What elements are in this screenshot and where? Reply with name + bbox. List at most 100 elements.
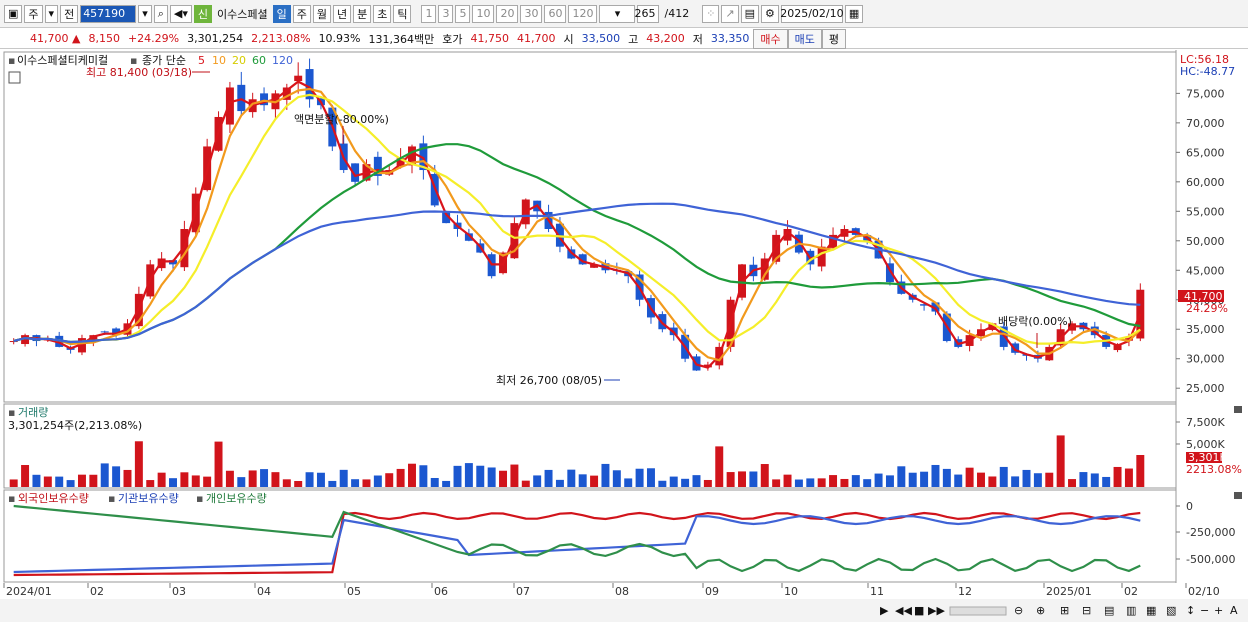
low-label: 저 bbox=[692, 32, 703, 46]
market-dropdown-icon[interactable]: ▾ bbox=[44, 4, 59, 23]
period-tick[interactable]: 틱 bbox=[393, 4, 412, 23]
interval-120[interactable]: 120 bbox=[568, 4, 598, 23]
zoom-out-icon[interactable]: ⊖ bbox=[1014, 604, 1023, 617]
market-select[interactable]: 주 bbox=[24, 4, 43, 23]
interval-3[interactable]: 3 bbox=[438, 4, 454, 23]
volume-bar bbox=[134, 441, 143, 487]
split-annotation: 액면분할(-80.00%) bbox=[294, 113, 389, 126]
interval-10[interactable]: 10 bbox=[472, 4, 495, 23]
zoom-in-icon[interactable]: ⊕ bbox=[1036, 604, 1045, 617]
tool-icon-6[interactable]: ▧ bbox=[1166, 604, 1176, 617]
scroll-last-icon[interactable]: ▶▶ bbox=[928, 604, 945, 617]
volume-bar bbox=[885, 475, 894, 487]
candle-body bbox=[237, 84, 246, 112]
period-second[interactable]: 초 bbox=[373, 4, 392, 23]
interval-custom-input[interactable]: ▾ bbox=[599, 4, 636, 23]
volume-bar bbox=[965, 467, 974, 487]
stock-code-input[interactable]: 457190 bbox=[80, 4, 137, 23]
scroll-first-icon[interactable]: ◀◀ bbox=[895, 604, 912, 617]
tool-icon-4[interactable]: ▥ bbox=[1126, 604, 1136, 617]
volume-bar bbox=[453, 465, 462, 487]
interval-60[interactable]: 60 bbox=[544, 4, 567, 23]
buy-button[interactable]: 매수 bbox=[753, 28, 788, 49]
font-size-icon[interactable]: A bbox=[1230, 604, 1238, 617]
prev-button[interactable]: 전 bbox=[60, 4, 79, 23]
draw-icon[interactable]: ↗ bbox=[721, 4, 739, 23]
search-icon[interactable]: ⌕ bbox=[153, 4, 168, 23]
tool-icon-5[interactable]: ▦ bbox=[1146, 604, 1156, 617]
price-axis-label: 25,000 bbox=[1186, 382, 1225, 395]
volume-info: 3,301,254주(2,213.08%) bbox=[8, 419, 142, 432]
stop-icon[interactable]: ■ bbox=[914, 604, 924, 617]
plus-icon[interactable]: + bbox=[1214, 604, 1223, 617]
x-axis-label: 09 bbox=[705, 585, 719, 598]
volume-bar bbox=[954, 474, 963, 487]
period-day[interactable]: 일 bbox=[272, 4, 291, 23]
x-axis-label: 11 bbox=[870, 585, 884, 598]
volume-bar bbox=[692, 475, 701, 487]
volume-bar bbox=[533, 475, 542, 487]
volume-bar bbox=[999, 466, 1008, 487]
price-axis-label: 30,000 bbox=[1186, 353, 1225, 366]
ma-20-label: 20 bbox=[232, 54, 246, 67]
volume-bar bbox=[567, 469, 576, 487]
x-axis-label: 05 bbox=[347, 585, 361, 598]
interval-5[interactable]: 5 bbox=[455, 4, 471, 23]
volume-bar bbox=[988, 476, 997, 487]
volume-bar bbox=[1068, 479, 1077, 487]
gear-icon[interactable]: ⚙ bbox=[761, 4, 779, 23]
chart-canvas[interactable]: ▪ 이수스페셜티케미컬 ▪ 종가 단순 5 10 20 60 120 LC:56… bbox=[0, 50, 1248, 622]
volume-bar bbox=[658, 480, 667, 487]
volume-bar bbox=[635, 468, 644, 487]
volume-axis-label: 5,000K bbox=[1186, 438, 1225, 451]
volume-close-icon[interactable] bbox=[1234, 406, 1242, 413]
scroll-right-icon[interactable]: ▶ bbox=[880, 604, 889, 617]
open-price: 33,500 bbox=[581, 32, 621, 45]
count-input[interactable]: 265 bbox=[634, 4, 660, 23]
minus-icon[interactable]: − bbox=[1200, 604, 1209, 617]
interval-1[interactable]: 1 bbox=[421, 4, 437, 23]
volume-bar bbox=[646, 468, 655, 487]
code-dropdown-icon[interactable]: ▾ bbox=[138, 4, 152, 23]
tool-icon-3[interactable]: ▤ bbox=[1104, 604, 1114, 617]
high-annotation: 최고 81,400 (03/18) bbox=[86, 66, 192, 79]
volume-bar bbox=[271, 472, 280, 487]
date-input[interactable]: 2025/02/10 bbox=[780, 4, 844, 23]
volume-bar bbox=[112, 466, 121, 487]
bid-price: 41,700 bbox=[517, 32, 556, 45]
volume-bar bbox=[1136, 455, 1145, 487]
period-week[interactable]: 주 bbox=[292, 4, 311, 23]
volume-bar bbox=[214, 441, 223, 487]
volume-bar bbox=[146, 480, 155, 487]
period-minute[interactable]: 분 bbox=[353, 4, 372, 23]
volume-bar bbox=[385, 473, 394, 487]
ma-60-label: 60 bbox=[252, 54, 266, 67]
period-year[interactable]: 년 bbox=[332, 4, 352, 23]
layout-icon[interactable]: ▣ bbox=[4, 4, 23, 23]
price-axis-label: 65,000 bbox=[1186, 146, 1225, 159]
holder-close-icon[interactable] bbox=[1234, 492, 1242, 499]
x-axis-label: 03 bbox=[172, 585, 186, 598]
credit-badge[interactable]: 신 bbox=[193, 4, 212, 23]
save-icon[interactable]: ▤ bbox=[740, 4, 760, 23]
volume-bar bbox=[897, 466, 906, 487]
interval-30[interactable]: 30 bbox=[520, 4, 543, 23]
grid-icon[interactable]: ⁘ bbox=[702, 4, 720, 23]
tool-icon-1[interactable]: ⊞ bbox=[1060, 604, 1069, 617]
price-axis-label: 70,000 bbox=[1186, 117, 1225, 130]
candle-body bbox=[294, 75, 303, 82]
volume-bar bbox=[1045, 472, 1054, 487]
sell-button[interactable]: 매도 bbox=[787, 28, 822, 49]
period-month[interactable]: 월 bbox=[312, 4, 331, 23]
volume-bar bbox=[180, 472, 189, 487]
volume-bar bbox=[977, 472, 985, 487]
tool-icon-2[interactable]: ⊟ bbox=[1082, 604, 1091, 617]
volume-bar bbox=[829, 475, 838, 487]
calendar-icon[interactable]: ▦ bbox=[844, 4, 864, 23]
zoom-slider[interactable] bbox=[949, 606, 1007, 616]
speaker-icon[interactable]: ◀▾ bbox=[169, 4, 192, 23]
volume-pct-tag: 2213.08% bbox=[1186, 463, 1242, 476]
interval-20[interactable]: 20 bbox=[496, 4, 519, 23]
move-icon[interactable]: ↕ bbox=[1186, 604, 1195, 617]
eval-button[interactable]: 평 bbox=[821, 28, 846, 49]
